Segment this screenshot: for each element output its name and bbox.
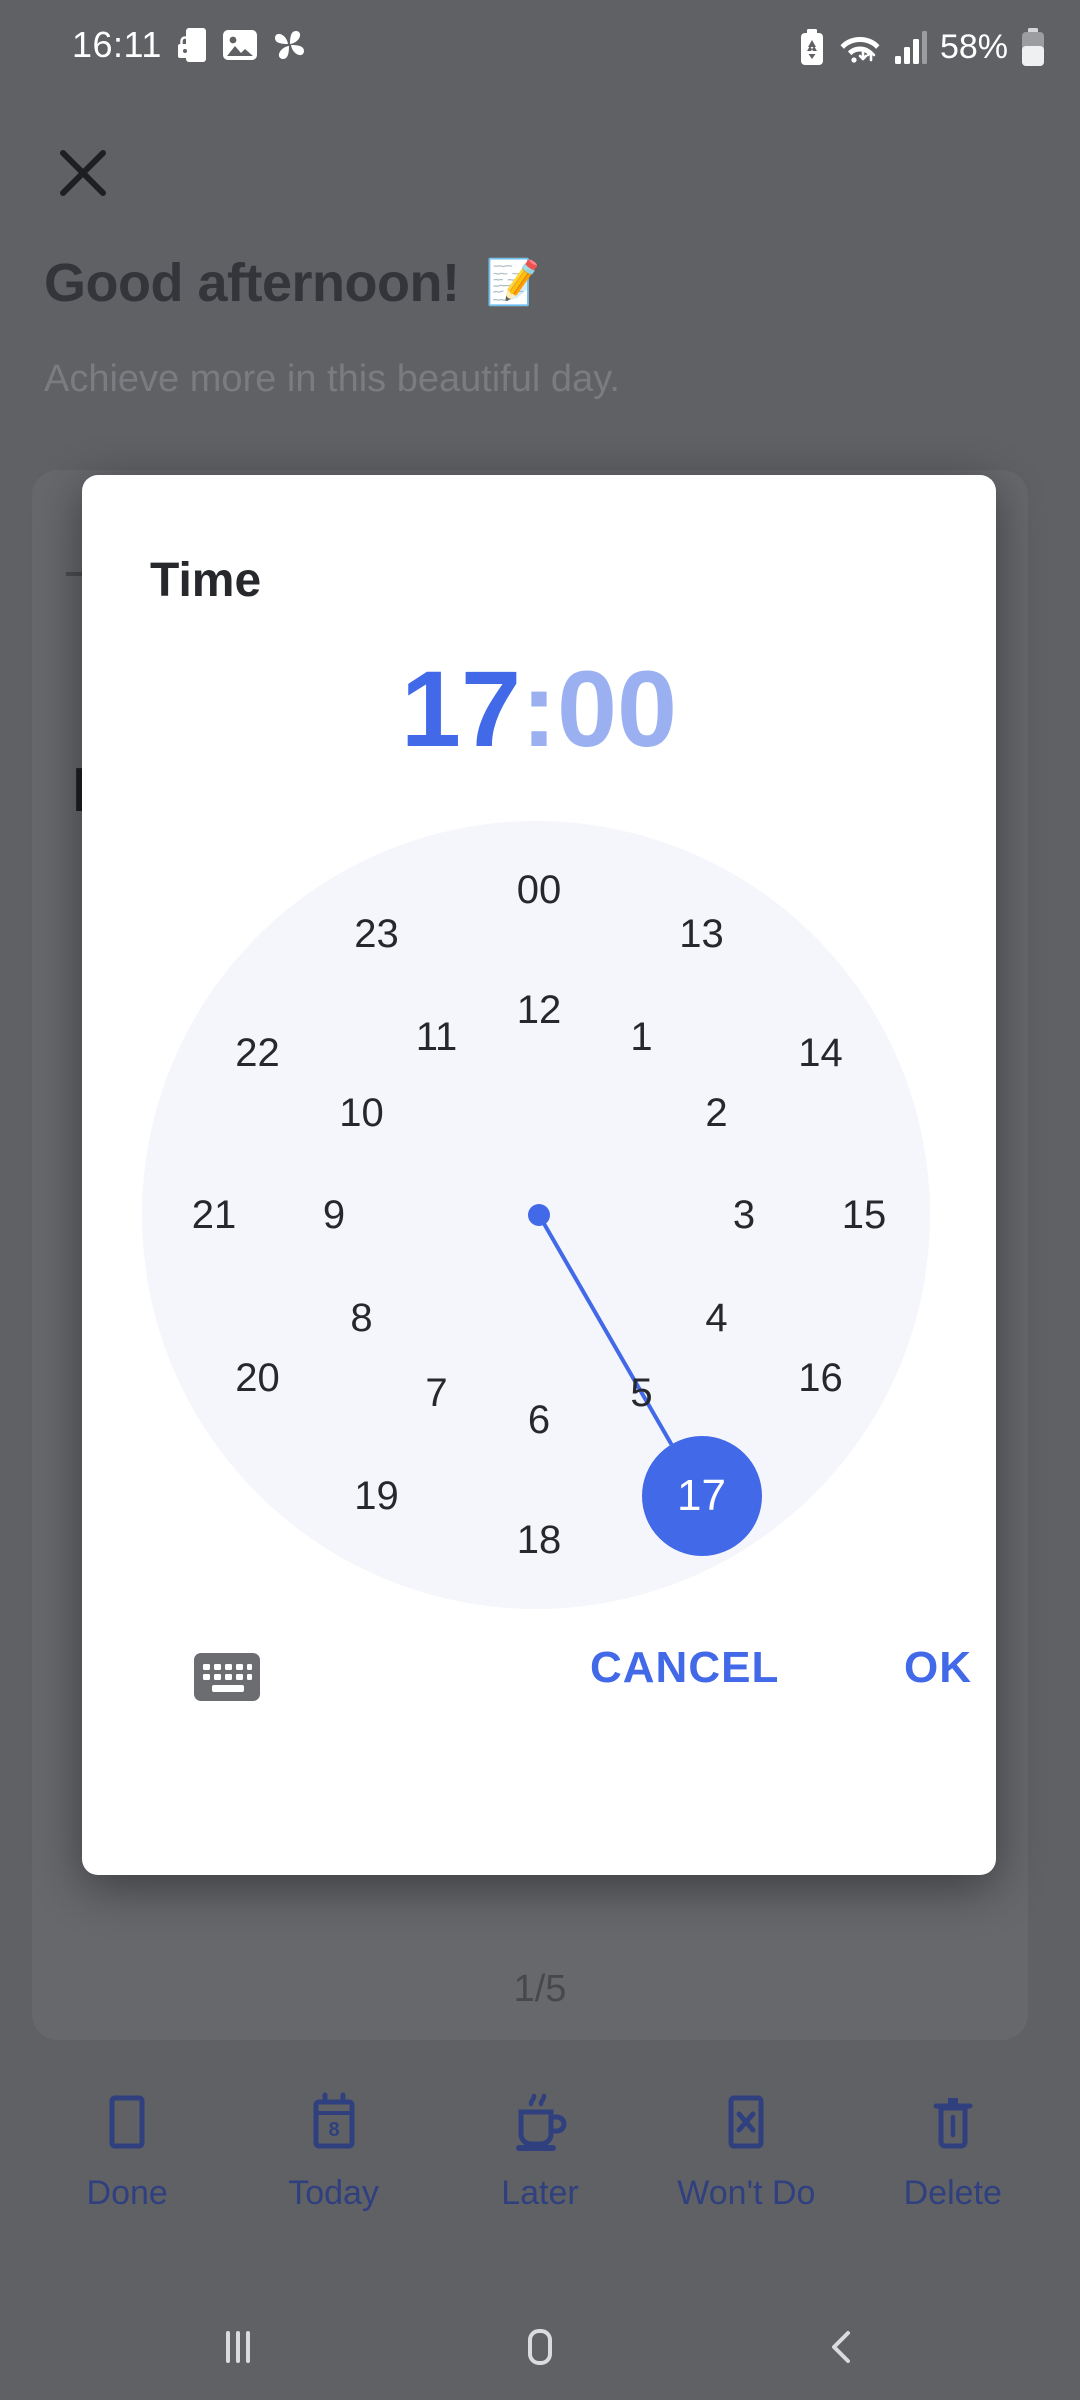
- clock-number-10[interactable]: 10: [339, 1093, 384, 1133]
- clock-number-6[interactable]: 6: [528, 1400, 550, 1440]
- clock-number-19[interactable]: 19: [354, 1476, 399, 1516]
- action-done[interactable]: Done: [37, 2090, 217, 2213]
- x-box-icon: [728, 2095, 764, 2149]
- clock-number-12[interactable]: 12: [517, 990, 562, 1030]
- clock-number-5[interactable]: 5: [630, 1373, 652, 1413]
- android-navigation-bar: [0, 2290, 1080, 2400]
- action-label: Done: [86, 2174, 168, 2212]
- wifi-icon: [840, 37, 880, 63]
- cancel-button[interactable]: CANCEL: [590, 1643, 779, 1693]
- clock-number-1[interactable]: 1: [630, 1017, 652, 1057]
- clock-number-8[interactable]: 8: [350, 1298, 372, 1338]
- action-wont-do[interactable]: Won't Do: [656, 2090, 836, 2213]
- action-later[interactable]: Later: [450, 2090, 630, 2213]
- time-picker-dialog: Time 17:00 00 13 14 15 16 17 18 19 20 21 22 23 12 1 2 3…: [82, 475, 996, 1875]
- recents-icon: [226, 2331, 250, 2363]
- action-label: Delete: [903, 2174, 1002, 2212]
- clock-number-15[interactable]: 15: [842, 1195, 887, 1235]
- home-button[interactable]: [480, 2312, 600, 2382]
- clock-number-9[interactable]: 9: [323, 1195, 345, 1235]
- phone-lock-icon: [177, 28, 206, 62]
- memo-icon: 📝: [485, 258, 541, 307]
- clock-number-23[interactable]: 23: [354, 914, 399, 954]
- clock-number-20[interactable]: 20: [235, 1358, 280, 1398]
- coffee-cup-icon: [515, 2093, 567, 2151]
- clock-number-00[interactable]: 00: [517, 870, 562, 910]
- close-icon: [60, 150, 106, 196]
- page-counter: 1/5: [513, 1968, 567, 2010]
- time-separator: :: [521, 648, 557, 769]
- back-icon: [832, 2331, 850, 2363]
- status-bar: 16:11 58%: [0, 0, 1080, 84]
- action-label: Later: [501, 2174, 579, 2212]
- battery-saver-icon: [800, 29, 823, 65]
- greeting-text: Good afternoon!: [44, 253, 460, 313]
- home-icon: [528, 2329, 552, 2365]
- clock-number-14[interactable]: 14: [798, 1033, 843, 1073]
- pinwheel-icon: [274, 31, 304, 59]
- status-bar-right: 58%: [798, 28, 1046, 66]
- clock-number-21[interactable]: 21: [192, 1195, 237, 1235]
- clock-dial[interactable]: 00 13 14 15 16 17 18 19 20 21 22 23 12 1 2 3 4 5 6 7 8 9 10 11: [82, 805, 996, 1609]
- calendar-8-icon: 8: [313, 2092, 355, 2149]
- battery-icon: [1022, 28, 1044, 66]
- clock-number-13[interactable]: 13: [679, 914, 724, 954]
- status-bar-clock: 16:11: [72, 24, 162, 65]
- action-bar: Done 8 Today Later Won't Do Delete: [0, 2090, 1080, 2260]
- dialog-title: Time: [150, 554, 262, 607]
- clock-number-16[interactable]: 16: [798, 1358, 843, 1398]
- clock-number-2[interactable]: 2: [705, 1093, 727, 1133]
- image-icon: [222, 30, 257, 60]
- back-button[interactable]: [782, 2312, 902, 2382]
- clock-center-dot: [528, 1204, 550, 1226]
- hour-value[interactable]: 17: [401, 648, 521, 769]
- page-title: Good afternoon! 📝: [44, 252, 540, 314]
- svg-text:8: 8: [328, 2119, 339, 2141]
- recents-button[interactable]: [178, 2312, 298, 2382]
- clock-number-11[interactable]: 11: [416, 1017, 458, 1057]
- clock-selected-hour[interactable]: 17: [641, 1436, 762, 1557]
- screen: 16:11 58% Good afternoon! 📝 Achieve more…: [0, 0, 1080, 2400]
- clock-number-22[interactable]: 22: [235, 1033, 280, 1073]
- clock-number-4[interactable]: 4: [705, 1298, 727, 1338]
- close-button[interactable]: [50, 140, 116, 206]
- status-bar-left: 16:11: [72, 26, 308, 64]
- minute-value[interactable]: 00: [557, 648, 677, 769]
- time-display: 17:00: [82, 655, 996, 763]
- battery-percent: 58%: [939, 28, 1008, 66]
- signal-icon: [894, 31, 927, 64]
- ok-button[interactable]: OK: [904, 1643, 972, 1693]
- clock-number-3[interactable]: 3: [733, 1195, 755, 1235]
- action-label: Today: [288, 2174, 379, 2212]
- page-subtitle: Achieve more in this beautiful day.: [44, 358, 620, 400]
- trash-icon: [933, 2098, 973, 2149]
- clock-number-7[interactable]: 7: [425, 1373, 447, 1413]
- keyboard-icon: [194, 1653, 260, 1701]
- keyboard-toggle-button[interactable]: [192, 1647, 262, 1707]
- action-label: Won't Do: [677, 2174, 816, 2212]
- clock-number-18[interactable]: 18: [517, 1520, 562, 1560]
- action-today[interactable]: 8 Today: [244, 2090, 424, 2213]
- checkbox-square-icon: [109, 2095, 145, 2149]
- action-delete[interactable]: Delete: [863, 2090, 1043, 2213]
